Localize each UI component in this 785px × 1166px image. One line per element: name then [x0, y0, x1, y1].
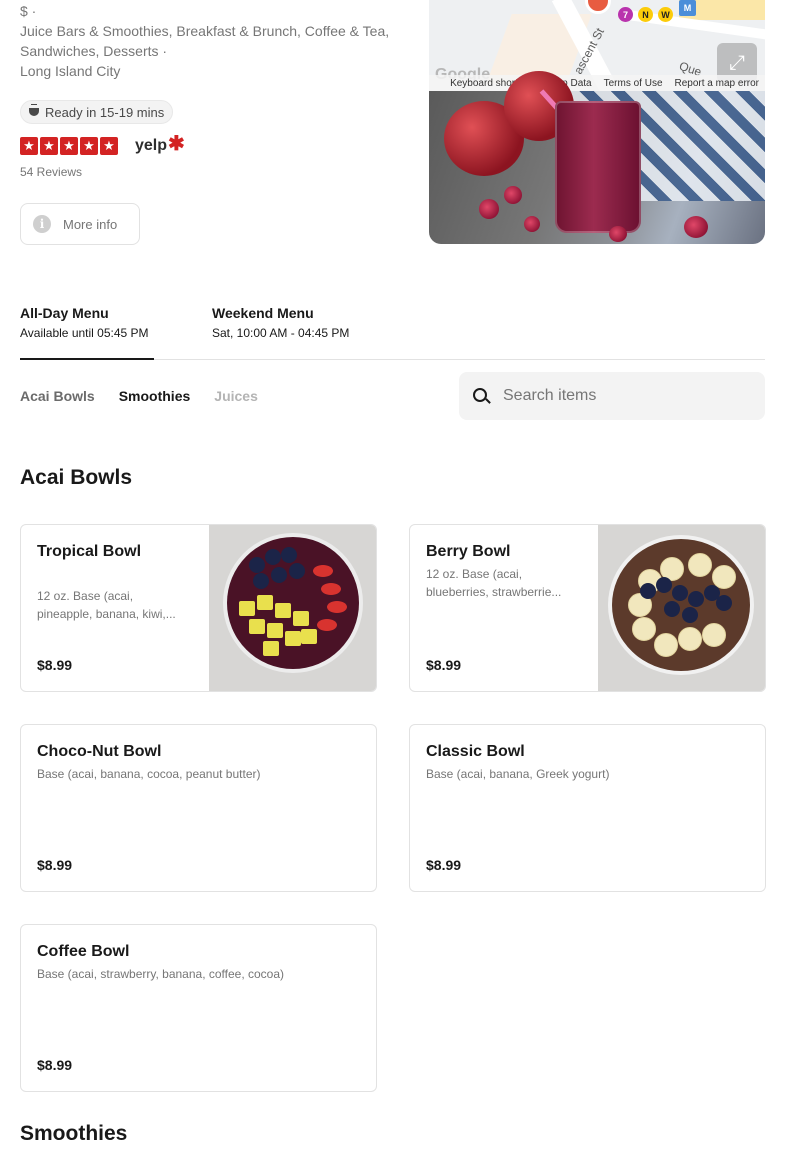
section-title: Acai Bowls	[20, 466, 133, 489]
item-description: Base (acai, banana, cocoa, peanut butter…	[37, 767, 261, 781]
store-media: 7 N W M ascent St Que Google ⤢ Keyboard …	[429, 0, 765, 244]
rating-row: ★ ★ ★ ★ ★ yelp ✱	[20, 133, 390, 159]
more-info-label: More info	[63, 216, 118, 232]
category-smoothies[interactable]: Smoothies	[119, 384, 191, 408]
item-description: Base (acai, strawberry, banana, coffee, …	[37, 967, 285, 981]
item-description: Base (acai, banana, Greek yogurt)	[426, 767, 610, 781]
menu-item-card[interactable]: Berry Bowl 12 oz. Base (acai, blueberrie…	[409, 524, 766, 692]
item-image	[598, 525, 765, 691]
item-name: Tropical Bowl	[37, 543, 142, 560]
menu-title: All-Day Menu	[20, 305, 109, 321]
item-description: 12 oz. Base (acai, pineapple, banana, ki…	[37, 589, 176, 621]
menu-item-card[interactable]: Classic Bowl Base (acai, banana, Greek y…	[409, 724, 766, 892]
neighborhood: Long Island City	[20, 63, 121, 79]
item-price: $8.99	[37, 857, 73, 873]
item-image	[209, 525, 376, 691]
category-juices[interactable]: Juices	[214, 384, 258, 408]
subway-line-w-icon: W	[658, 7, 673, 22]
item-price: $8.99	[37, 657, 73, 673]
search-input[interactable]	[503, 387, 743, 405]
subway-line-n-icon: N	[638, 7, 653, 22]
store-categories: Juice Bars & Smoothies, Breakfast & Brun…	[20, 21, 390, 81]
more-info-button[interactable]: i More info	[20, 203, 140, 245]
star-icon: ★	[80, 137, 98, 155]
category-nav: Acai Bowls Smoothies Juices	[20, 384, 258, 408]
menu-tabs: All-Day Menu Available until 05:45 PM We…	[20, 303, 765, 360]
category-acai-bowls[interactable]: Acai Bowls	[20, 384, 95, 408]
map-footer: Keyboard shortcuts Map Data Terms of Use…	[429, 75, 765, 91]
item-name: Coffee Bowl	[37, 943, 130, 960]
item-name: Choco-Nut Bowl	[37, 743, 162, 760]
ready-time-badge: Ready in 15-19 mins	[20, 100, 174, 124]
info-icon: i	[33, 215, 51, 233]
price-level: $ ·	[20, 3, 37, 19]
tab-weekend-menu[interactable]: Weekend Menu Sat, 10:00 AM - 04:45 PM	[212, 303, 372, 360]
rating-stars: ★ ★ ★ ★ ★	[20, 137, 118, 155]
menu-hours: Sat, 10:00 AM - 04:45 PM	[212, 326, 350, 340]
subway-line-7-icon: 7	[618, 7, 633, 22]
item-name: Berry Bowl	[426, 543, 511, 560]
item-price: $8.99	[37, 1057, 73, 1073]
metro-icon: M	[679, 0, 696, 16]
menu-title: Weekend Menu	[212, 305, 314, 321]
search-icon	[473, 387, 487, 402]
item-price: $8.99	[426, 657, 462, 673]
terms-link[interactable]: Terms of Use	[604, 78, 663, 89]
star-icon: ★	[100, 137, 118, 155]
yelp-logo: yelp ✱	[135, 132, 185, 155]
star-icon: ★	[40, 137, 58, 155]
store-map[interactable]: 7 N W M ascent St Que Google ⤢ Keyboard …	[429, 0, 765, 91]
store-info: $ · Juice Bars & Smoothies, Breakfast & …	[20, 0, 390, 245]
pot-icon	[29, 104, 39, 116]
item-name: Classic Bowl	[426, 743, 525, 760]
item-price: $8.99	[426, 857, 462, 873]
report-map-error-link[interactable]: Report a map error	[675, 78, 759, 89]
menu-item-card[interactable]: Choco-Nut Bowl Base (acai, banana, cocoa…	[20, 724, 377, 892]
section-title: Smoothies	[20, 1122, 128, 1145]
location-pin-icon	[585, 0, 611, 14]
search-bar[interactable]	[459, 372, 765, 420]
menu-item-card[interactable]: Coffee Bowl Base (acai, strawberry, bana…	[20, 924, 377, 1092]
menu-hours: Available until 05:45 PM	[20, 326, 149, 340]
item-description: 12 oz. Base (acai, blueberries, strawber…	[426, 567, 562, 599]
review-count: 54 Reviews	[20, 165, 83, 179]
category-list: Juice Bars & Smoothies, Breakfast & Brun…	[20, 23, 390, 59]
star-icon: ★	[20, 137, 38, 155]
ready-time-label: Ready in 15-19 mins	[45, 104, 165, 120]
star-icon: ★	[60, 137, 78, 155]
store-hero-image	[429, 71, 765, 244]
expand-icon: ⤢	[729, 51, 745, 74]
menu-item-card[interactable]: Tropical Bowl 12 oz. Base (acai, pineapp…	[20, 524, 377, 692]
tab-all-day-menu[interactable]: All-Day Menu Available until 05:45 PM	[20, 303, 154, 360]
